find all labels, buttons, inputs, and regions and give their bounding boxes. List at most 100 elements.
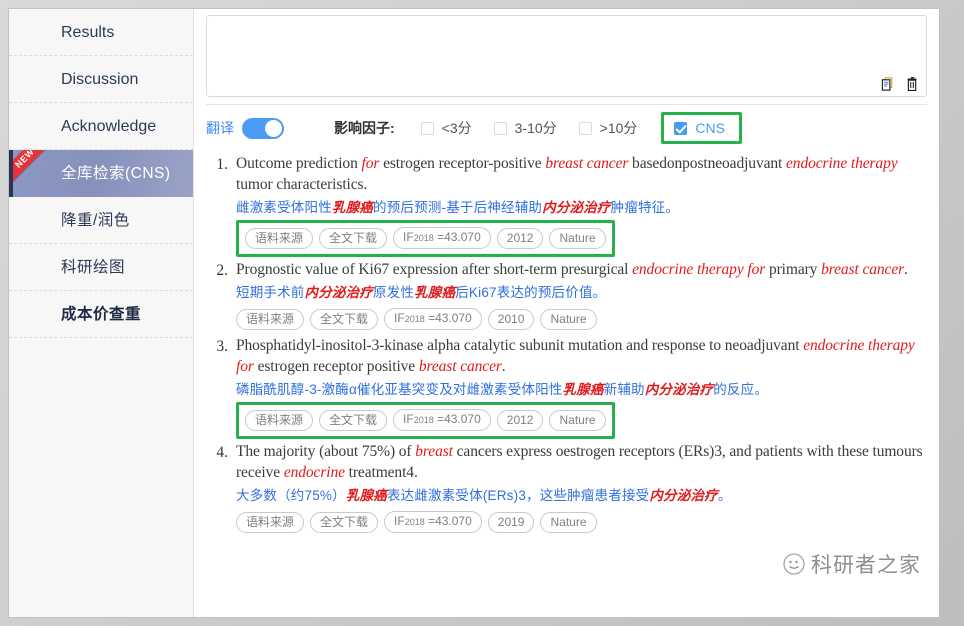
filter-checkbox-4[interactable]: CNS	[674, 120, 725, 136]
result-item: 2. Prognostic value of Ki67 expression af…	[206, 259, 929, 333]
result-tag[interactable]: Nature	[549, 409, 606, 431]
sidebar-item-6[interactable]: 科研绘图	[9, 244, 193, 291]
translation-text: 表达雌激素受体(ERs)3，这些肿瘤患者接受	[386, 488, 650, 503]
title-text: Outcome prediction	[236, 155, 362, 172]
result-item: 4. The majority (about 75%) of breast can…	[206, 441, 929, 536]
title-keyword: breast cancer	[418, 358, 502, 375]
result-tag[interactable]: 语料来源	[245, 409, 314, 431]
result-tag[interactable]: 全文下载	[310, 308, 379, 330]
title-keyword: breast cancer	[545, 155, 629, 172]
result-number: 4.	[216, 444, 228, 461]
title-keyword: endocrine	[283, 464, 345, 481]
title-keyword: endocrine therapy	[786, 155, 898, 172]
title-text: The majority (about 75%) of	[236, 443, 416, 460]
filter-checkbox-1[interactable]: <3分	[420, 118, 472, 138]
sidebar-item-label: Results	[61, 24, 115, 41]
translation-keyword: 内分泌治疗	[304, 285, 373, 300]
editor-box[interactable]	[206, 15, 927, 97]
sidebar-item-label: 全库检索(CNS)	[61, 165, 171, 182]
result-tag[interactable]: 语料来源	[245, 227, 314, 249]
title-keyword: breast cancer	[821, 261, 905, 278]
title-text: estrogen receptor-positive	[379, 155, 546, 172]
result-title[interactable]: The majority (about 75%) of breast cance…	[236, 441, 929, 483]
filter-checkbox-3[interactable]: >10分	[578, 118, 638, 138]
result-tag[interactable]: 语料来源	[236, 308, 305, 330]
result-body: The majority (about 75%) of breast cance…	[236, 441, 929, 536]
sidebar-item-label: 科研绘图	[61, 259, 126, 276]
editor-wrapper	[194, 9, 939, 105]
sidebar-item-3[interactable]: Acknowledge	[9, 103, 193, 150]
cns-highlight-box: CNS	[661, 112, 742, 144]
translation-keyword: 内分泌治疗	[644, 382, 714, 397]
result-tag[interactable]: 2010	[487, 308, 535, 330]
result-tag[interactable]: 全文下载	[319, 227, 388, 249]
result-body: Outcome prediction for estrogen receptor…	[236, 153, 929, 257]
app-window: Results Discussion Acknowledge NEW 全库检索(CNS)…	[8, 8, 940, 618]
translation-text: 的预后预测-基于后神经辅助	[373, 200, 543, 215]
sidebar-item-label: Discussion	[61, 71, 139, 88]
delete-icon[interactable]	[905, 76, 920, 92]
sidebar: Results Discussion Acknowledge NEW 全库检索(CNS)…	[9, 9, 194, 617]
result-tag[interactable]: 语料来源	[236, 511, 305, 533]
result-body: Prognostic value of Ki67 expression afte…	[236, 259, 929, 333]
translation-text: 大多数（约75%）	[236, 488, 346, 503]
sidebar-item-5[interactable]: 降重/润色	[9, 197, 193, 244]
filter-label: <3分	[441, 120, 472, 136]
title-text: Phosphatidyl-inositol-3-kinase alpha cat…	[236, 337, 804, 354]
result-tag-row: 语料来源 全文下载 IF2018 =43.070 2019 Nature	[236, 509, 929, 536]
title-text: treatment4.	[344, 464, 418, 481]
results-list: 1. Outcome prediction for estrogen recept…	[194, 151, 939, 617]
result-tag[interactable]: Nature	[540, 308, 597, 330]
translation-keyword: 乳腺癌	[331, 200, 374, 215]
checkbox-icon[interactable]	[674, 121, 688, 135]
result-tag[interactable]: Nature	[549, 227, 606, 249]
sidebar-item-4[interactable]: NEW 全库检索(CNS)	[9, 150, 193, 197]
copy-icon[interactable]	[881, 76, 896, 92]
filter-label: 3-10分	[514, 120, 557, 136]
result-title[interactable]: Phosphatidyl-inositol-3-kinase alpha cat…	[236, 335, 929, 377]
translate-toggle[interactable]	[242, 117, 284, 139]
title-text: .	[501, 358, 506, 375]
result-translation: 磷脂酰肌醇-3-激酶α催化亚基突变及对雌激素受体阳性乳腺癌新辅助内分泌治疗的反应…	[236, 377, 929, 402]
result-item: 3. Phosphatidyl-inositol-3-kinase alpha c…	[206, 335, 929, 439]
filter-checkbox-2[interactable]: 3-10分	[493, 118, 557, 138]
main-content: 翻译 影响因子: <3分 3-10分 >10分 CNS 1. Outcome predi…	[194, 9, 939, 617]
result-title[interactable]: Outcome prediction for estrogen receptor…	[236, 153, 929, 195]
title-keyword: breast	[415, 443, 453, 460]
result-tag[interactable]: 2012	[496, 409, 544, 431]
result-translation: 雌激素受体阳性乳腺癌的预后预测-基于后神经辅助内分泌治疗肿瘤特征。	[236, 195, 929, 220]
sidebar-item-7[interactable]: 成本价查重	[9, 291, 193, 338]
title-text: estrogen receptor positive	[253, 358, 419, 375]
result-tag[interactable]: IF2018 =43.070	[384, 511, 482, 533]
result-tag[interactable]: IF2018 =43.070	[393, 227, 491, 249]
translate-label: 翻译	[206, 120, 234, 136]
result-number: 2.	[216, 262, 228, 279]
result-title[interactable]: Prognostic value of Ki67 expression afte…	[236, 259, 929, 280]
sidebar-item-1[interactable]: Results	[9, 9, 193, 56]
result-tag[interactable]: 全文下载	[310, 511, 379, 533]
result-tag[interactable]: 全文下载	[319, 409, 388, 431]
translation-text: 磷脂酰肌醇-3-激酶α催化亚基突变及对雌激素受体阳性	[236, 382, 563, 397]
result-tag[interactable]: IF2018 =43.070	[384, 308, 482, 330]
filter-label: >10分	[599, 120, 638, 136]
result-number: 1.	[216, 156, 228, 173]
translation-text: 的反应。	[713, 382, 769, 397]
result-tag[interactable]: 2019	[487, 511, 535, 533]
sidebar-item-2[interactable]: Discussion	[9, 56, 193, 103]
result-tag[interactable]: IF2018 =43.070	[393, 409, 491, 431]
translation-text: 原发性	[373, 285, 415, 300]
search-input[interactable]	[207, 16, 926, 96]
result-body: Phosphatidyl-inositol-3-kinase alpha cat…	[236, 335, 929, 439]
translation-text: 短期手术前	[236, 285, 305, 300]
checkbox-icon[interactable]	[493, 121, 507, 135]
checkbox-icon[interactable]	[578, 121, 592, 135]
filter-options: <3分 3-10分 >10分 CNS	[399, 112, 742, 144]
translation-text: 雌激素受体阳性	[236, 200, 332, 215]
result-tag[interactable]: 2012	[496, 227, 544, 249]
filter-label: CNS	[695, 120, 725, 136]
translation-text: 后Ki67表达的预后价值。	[455, 285, 607, 300]
title-text: Prognostic value of Ki67 expression afte…	[236, 261, 633, 278]
translation-text: 。	[717, 488, 732, 503]
checkbox-icon[interactable]	[420, 121, 434, 135]
result-tag[interactable]: Nature	[540, 511, 597, 533]
